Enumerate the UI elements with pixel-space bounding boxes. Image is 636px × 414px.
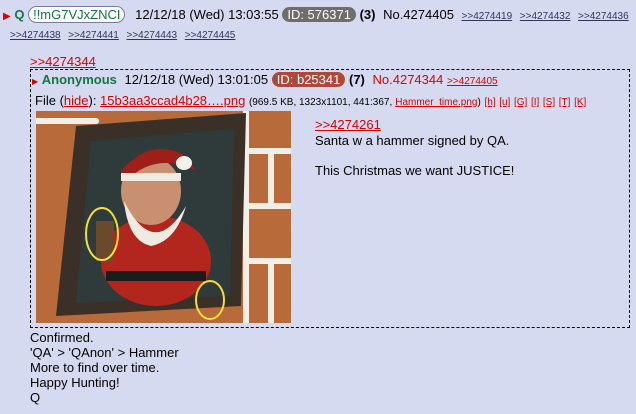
post-body-line: Happy Hunting! bbox=[30, 375, 120, 390]
tripcode: !!mG7VJxZNCI bbox=[28, 6, 126, 23]
hide-link[interactable]: hide bbox=[64, 93, 89, 108]
file-link-u[interactable]: [u] bbox=[499, 97, 510, 108]
arrow-icon: ▶ bbox=[3, 11, 11, 22]
file-meta: (969.5 KB, 1323x1101, 441:367, bbox=[248, 97, 393, 108]
quoted-count: (7) bbox=[348, 72, 365, 87]
santa-painting-image[interactable] bbox=[36, 111, 291, 323]
quoted-text-line: Santa w a hammer signed by QA. bbox=[315, 133, 510, 148]
file-link-k[interactable]: [K] bbox=[574, 97, 586, 108]
backlink[interactable]: >>4274419 bbox=[462, 11, 513, 22]
post-body-line: 'QA' > 'QAnon' > Hammer bbox=[30, 345, 179, 360]
quoted-header: ▶ Anonymous 12/12/18 (Wed) 13:01:05 ID: … bbox=[32, 72, 498, 87]
post-body-line: Confirmed. bbox=[30, 330, 94, 345]
file-link-g[interactable]: [G] bbox=[514, 97, 527, 108]
poster-name: Q bbox=[14, 7, 25, 22]
file-info: File (hide): 15b3aa3ccad4b28….png (969.5… bbox=[35, 93, 587, 108]
backlink[interactable]: >>4274436 bbox=[578, 11, 629, 22]
backlink[interactable]: >>4274441 bbox=[68, 30, 119, 41]
file-link-i[interactable]: [I] bbox=[531, 97, 539, 108]
quoted-datetime: 12/12/18 (Wed) 13:01:05 bbox=[124, 72, 269, 87]
file-orig-name[interactable]: Hammer_time.png bbox=[395, 97, 477, 108]
backlink[interactable]: >>4274432 bbox=[520, 11, 571, 22]
backlink[interactable]: >>4274438 bbox=[10, 30, 61, 41]
file-link-h[interactable]: [h] bbox=[484, 97, 495, 108]
backlink[interactable]: >>4274445 bbox=[185, 30, 236, 41]
file-link-t[interactable]: [T] bbox=[559, 97, 571, 108]
quoted-reply-link[interactable]: >>4274261 bbox=[315, 117, 381, 132]
backlinks-row2: >>4274438 >>4274441 >>4274443 >>4274445 bbox=[10, 26, 235, 41]
quoted-text-line: This Christmas we want JUSTICE! bbox=[315, 163, 515, 178]
post-header: ▶ Q !!mG7VJxZNCI 12/12/18 (Wed) 13:03:55… bbox=[3, 6, 629, 23]
post-body: Confirmed. 'QA' > 'QAnon' > Hammer More … bbox=[30, 330, 179, 405]
quoted-poster-name: Anonymous bbox=[41, 72, 117, 87]
quoted-id-badge[interactable]: ID: b25341 bbox=[271, 72, 346, 87]
poster-id-badge[interactable]: ID: 576371 bbox=[282, 7, 356, 22]
file-link-s[interactable]: [S] bbox=[543, 97, 555, 108]
quoted-post-number[interactable]: No.4274344 bbox=[373, 72, 444, 87]
file-label: File bbox=[35, 93, 56, 108]
reply-quote-link[interactable]: >>4274344 bbox=[30, 54, 96, 69]
arrow-icon: ▶ bbox=[32, 77, 39, 86]
post-count: (3) bbox=[359, 7, 376, 22]
backlink[interactable]: >>4274443 bbox=[127, 30, 178, 41]
post-body-line: More to find over time. bbox=[30, 360, 160, 375]
post-datetime: 12/12/18 (Wed) 13:03:55 bbox=[135, 7, 279, 22]
post-body-line: Q bbox=[30, 390, 41, 405]
file-name-link[interactable]: 15b3aa3ccad4b28….png bbox=[100, 93, 245, 108]
post-number[interactable]: No.4274405 bbox=[383, 7, 454, 22]
quoted-backlink[interactable]: >>4274405 bbox=[447, 76, 498, 87]
